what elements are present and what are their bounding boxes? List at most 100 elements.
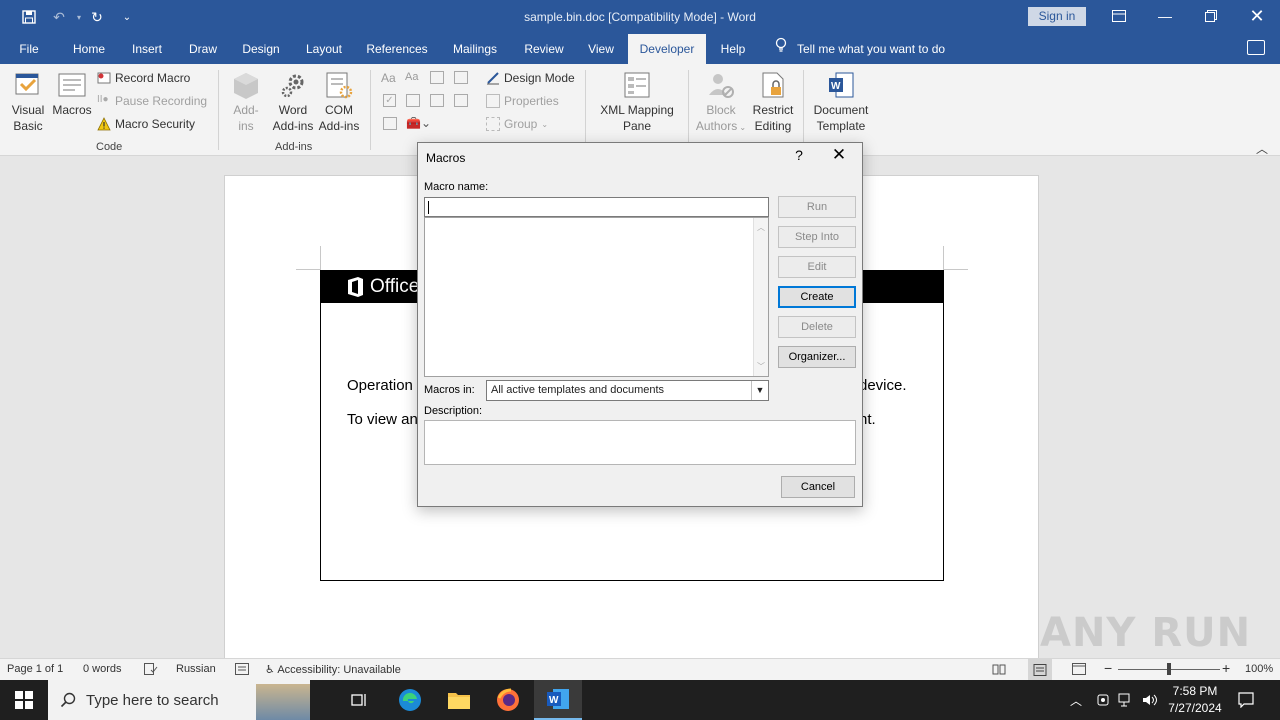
edit-button[interactable]: Edit xyxy=(778,256,856,278)
macro-security-button[interactable]: Macro Security xyxy=(97,117,195,131)
comments-icon[interactable] xyxy=(1247,40,1265,55)
ribbon-separator xyxy=(370,70,371,150)
minimize-button[interactable]: — xyxy=(1142,0,1188,32)
macro-name-input[interactable] xyxy=(424,197,769,217)
design-mode-button[interactable]: Design Mode xyxy=(486,71,575,85)
tab-layout[interactable]: Layout xyxy=(298,34,350,64)
restore-button[interactable] xyxy=(1188,0,1234,32)
file-explorer-icon[interactable] xyxy=(435,680,483,720)
collapse-ribbon-icon[interactable]: ︿ xyxy=(1256,140,1268,157)
svg-text:W: W xyxy=(831,81,841,92)
help-button[interactable]: ? xyxy=(790,147,808,167)
visual-basic-button[interactable]: Visual Basic xyxy=(6,70,50,134)
macro-name-label: Macro name: xyxy=(424,181,489,193)
pause-recording-button[interactable]: II● Pause Recording xyxy=(97,94,207,108)
tab-file[interactable]: File xyxy=(10,34,48,64)
word-count[interactable]: 0 words xyxy=(83,663,122,675)
network-adapter-icon[interactable] xyxy=(1096,680,1110,720)
organizer-button[interactable]: Organizer... xyxy=(778,346,856,368)
language-indicator[interactable]: Russian xyxy=(176,663,216,675)
office-logo-icon xyxy=(348,277,363,297)
legacy-tools-icon[interactable]: 🧰⌄ xyxy=(406,116,431,130)
step-into-button[interactable]: Step Into xyxy=(778,226,856,248)
zoom-in-icon[interactable]: + xyxy=(1222,660,1230,676)
system-clock[interactable]: 7:58 PM 7/27/2024 xyxy=(1160,683,1230,717)
document-template-button[interactable]: W Document Template xyxy=(808,70,874,134)
doc-text-line2-left: To view an xyxy=(347,411,418,428)
restrict-editing-button[interactable]: Restrict Editing xyxy=(748,70,798,134)
chevron-down-icon[interactable]: ▼ xyxy=(751,381,768,400)
page-count[interactable]: Page 1 of 1 xyxy=(7,663,63,675)
block-authors-button[interactable]: Block Authors ⌄ xyxy=(692,70,750,136)
network-icon[interactable] xyxy=(1118,680,1134,720)
xml-mapping-pane-button[interactable]: XML Mapping Pane xyxy=(594,70,680,134)
repeating-section-control-icon[interactable] xyxy=(383,117,397,130)
picture-control-icon[interactable] xyxy=(430,71,444,84)
search-placeholder: Type here to search xyxy=(86,691,219,709)
record-macro-button[interactable]: Record Macro xyxy=(97,71,190,85)
visual-basic-icon xyxy=(15,73,39,95)
task-view-icon[interactable] xyxy=(336,680,384,720)
show-hidden-icons[interactable]: ︿ xyxy=(1070,680,1082,720)
date-picker-control-icon[interactable] xyxy=(454,94,468,107)
tab-design[interactable]: Design xyxy=(236,34,286,64)
macros-button[interactable]: Macros xyxy=(50,70,94,118)
tab-insert[interactable]: Insert xyxy=(126,34,168,64)
rich-text-control-icon[interactable]: Aa xyxy=(381,71,396,85)
run-button[interactable]: Run xyxy=(778,196,856,218)
tab-review[interactable]: Review xyxy=(518,34,570,64)
sign-in-button[interactable]: Sign in xyxy=(1028,7,1086,26)
building-block-control-icon[interactable] xyxy=(454,71,468,84)
tab-view[interactable]: View xyxy=(582,34,620,64)
office-logo: Office xyxy=(346,276,419,298)
cancel-button[interactable]: Cancel xyxy=(781,476,855,498)
tab-references[interactable]: References xyxy=(362,34,432,64)
macro-recording-icon[interactable] xyxy=(235,663,249,678)
anyrun-watermark: ANY RUN xyxy=(1040,610,1252,656)
macros-in-select[interactable]: All active templates and documents ▼ xyxy=(486,380,769,401)
xml-mapping-icon xyxy=(624,72,650,98)
com-add-ins-button[interactable]: COM Add-ins xyxy=(316,70,362,134)
taskbar-search[interactable]: Type here to search xyxy=(48,680,310,720)
volume-icon[interactable] xyxy=(1142,680,1158,720)
add-ins-button[interactable]: Add- ins xyxy=(226,70,266,134)
tab-help[interactable]: Help xyxy=(714,34,752,64)
ribbon-display-options-icon[interactable] xyxy=(1096,0,1142,32)
notifications-icon[interactable] xyxy=(1238,680,1254,720)
edge-icon[interactable] xyxy=(386,680,434,720)
macro-list-scrollbar[interactable]: ︿ ﹀ xyxy=(753,218,768,376)
firefox-icon[interactable] xyxy=(484,680,532,720)
tab-developer[interactable]: Developer xyxy=(628,34,706,64)
pause-icon: II● xyxy=(97,94,109,105)
print-layout-icon[interactable] xyxy=(1028,659,1052,680)
word-taskbar-icon[interactable]: W xyxy=(534,680,582,720)
ribbon-separator xyxy=(688,70,689,150)
close-button[interactable]: ✕ xyxy=(1234,0,1280,32)
dialog-close-button[interactable]: ✕ xyxy=(826,145,852,169)
plain-text-control-icon[interactable]: Aa xyxy=(405,71,418,83)
proofing-icon[interactable] xyxy=(144,663,158,678)
group-button[interactable]: Group ⌄ xyxy=(486,117,548,131)
gear-icon xyxy=(281,74,304,98)
tab-draw[interactable]: Draw xyxy=(182,34,224,64)
drop-down-control-icon[interactable] xyxy=(430,94,444,107)
tab-mailings[interactable]: Mailings xyxy=(446,34,504,64)
macro-list[interactable]: ︿ ﹀ xyxy=(424,217,769,377)
properties-button[interactable]: Properties xyxy=(486,94,559,108)
read-mode-icon[interactable] xyxy=(992,663,1006,678)
word-add-ins-button[interactable]: Word Add-ins xyxy=(268,70,318,134)
scroll-up-icon[interactable]: ︿ xyxy=(756,222,766,233)
create-button[interactable]: Create xyxy=(778,286,856,308)
check-box-control-icon[interactable]: ✓ xyxy=(383,94,396,107)
combo-box-control-icon[interactable] xyxy=(406,94,420,107)
zoom-out-icon[interactable]: − xyxy=(1104,660,1112,676)
tab-home[interactable]: Home xyxy=(66,34,112,64)
scroll-down-icon[interactable]: ﹀ xyxy=(756,361,766,372)
accessibility-status[interactable]: ♿︎ Accessibility: Unavailable xyxy=(265,663,401,676)
web-layout-icon[interactable] xyxy=(1072,663,1086,678)
zoom-slider-thumb[interactable] xyxy=(1167,663,1171,675)
zoom-level[interactable]: 100% xyxy=(1245,663,1273,675)
delete-button[interactable]: Delete xyxy=(778,316,856,338)
tell-me-box[interactable]: Tell me what you want to do xyxy=(775,34,945,64)
start-button[interactable] xyxy=(0,680,48,720)
